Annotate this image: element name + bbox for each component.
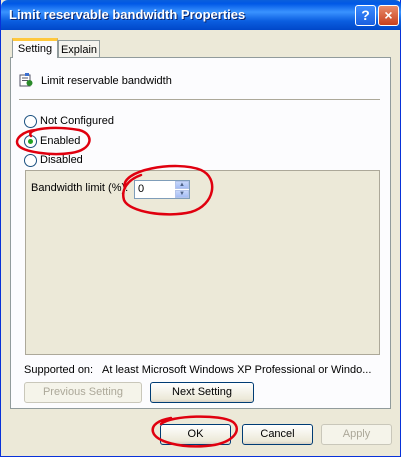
cancel-button[interactable]: Cancel <box>242 424 313 445</box>
separator <box>19 99 380 100</box>
close-button[interactable]: × <box>378 5 399 26</box>
options-box <box>25 170 380 355</box>
radio-not-configured[interactable]: Not Configured <box>24 114 114 128</box>
spin-down-icon[interactable]: ▼ <box>175 190 189 198</box>
supported-on-value: At least Microsoft Windows XP Profession… <box>102 364 372 376</box>
ok-button[interactable]: OK <box>160 424 231 445</box>
previous-setting-button[interactable]: Previous Setting <box>24 382 142 403</box>
next-setting-button[interactable]: Next Setting <box>150 382 254 403</box>
radio-disabled[interactable]: Disabled <box>24 153 83 167</box>
supported-on-label: Supported on: <box>24 364 94 376</box>
bandwidth-value[interactable]: 0 <box>138 183 144 195</box>
radio-circle[interactable] <box>24 114 37 128</box>
properties-dialog: Limit reservable bandwidth Properties ? … <box>0 0 401 457</box>
spin-up-icon[interactable]: ▲ <box>175 181 189 189</box>
radio-label: Enabled <box>40 135 81 147</box>
bandwidth-label: Bandwidth limit (%): <box>31 182 129 194</box>
title-bar[interactable]: Limit reservable bandwidth Properties ? … <box>1 0 401 30</box>
apply-button[interactable]: Apply <box>321 424 392 445</box>
tab-setting[interactable]: Setting <box>12 38 58 58</box>
radio-circle[interactable] <box>24 153 37 167</box>
radio-circle[interactable] <box>24 134 37 148</box>
window-title: Limit reservable bandwidth Properties <box>9 7 246 22</box>
help-button[interactable]: ? <box>355 5 376 26</box>
policy-name: Limit reservable bandwidth <box>41 75 172 87</box>
policy-icon <box>19 73 33 87</box>
radio-enabled[interactable]: Enabled <box>24 134 80 148</box>
bandwidth-spinner[interactable]: 0 ▲ ▼ <box>134 180 190 199</box>
radio-label: Disabled <box>40 154 83 166</box>
tab-explain[interactable]: Explain <box>58 40 100 58</box>
radio-label: Not Configured <box>40 115 114 127</box>
